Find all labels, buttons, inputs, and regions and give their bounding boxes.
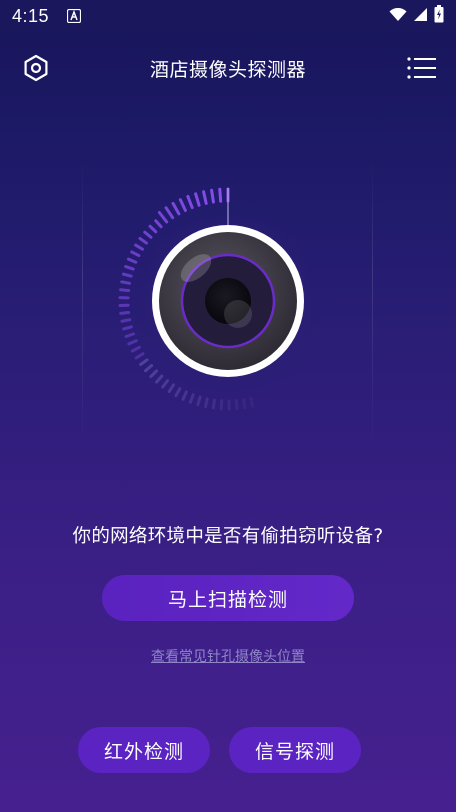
- status-bar: 4:15: [0, 0, 456, 32]
- scan-tick: [219, 399, 224, 411]
- app-screen: 4:15 酒店摄像头探测器 你的网络环境中是否有偷拍窃听设备? 马上扫描检测 查…: [0, 0, 456, 812]
- scan-tick: [119, 310, 131, 315]
- a-icon: [67, 9, 82, 23]
- scan-tick: [149, 369, 159, 379]
- status-time: 4:15: [12, 5, 50, 26]
- scan-tick: [171, 201, 181, 216]
- scan-tick: [121, 272, 133, 278]
- scan-tick: [181, 390, 188, 401]
- scan-tick: [134, 352, 145, 360]
- scan-tick: [161, 379, 170, 389]
- infrared-detect-button[interactable]: 红外检测: [78, 727, 210, 773]
- scan-tick: [202, 190, 208, 205]
- scan-tick: [186, 194, 194, 210]
- signal-icon: [413, 7, 428, 26]
- menu-list-icon: [407, 57, 436, 79]
- scan-tick: [119, 288, 131, 293]
- scan-tick: [144, 364, 154, 373]
- scan-tick: [178, 198, 187, 213]
- question-text: 你的网络环境中是否有偷拍窃听设备?: [72, 526, 384, 547]
- scan-tick: [196, 395, 202, 407]
- settings-hexagon-icon: [24, 54, 48, 82]
- signal-detect-button[interactable]: 信号探测: [229, 727, 361, 773]
- scan-tick: [134, 243, 144, 251]
- camera-lens-icon: [118, 187, 326, 411]
- scan-tick: [126, 257, 138, 264]
- scanner-visual: [78, 150, 378, 450]
- scan-tick: [249, 396, 255, 408]
- scan-now-button[interactable]: 马上扫描检测: [102, 575, 354, 621]
- scan-tick: [157, 211, 169, 224]
- scan-tick: [120, 318, 132, 323]
- settings-button[interactable]: [16, 50, 56, 86]
- scan-tick: [204, 397, 209, 409]
- menu-button[interactable]: [402, 50, 442, 86]
- scan-tick: [120, 280, 132, 285]
- page-title: 酒店摄像头探测器: [149, 58, 306, 81]
- scan-tick: [154, 219, 163, 229]
- scan-tick: [138, 236, 148, 245]
- scan-tick: [143, 230, 153, 239]
- scan-tick: [174, 387, 182, 398]
- scan-tick: [164, 206, 175, 220]
- scan-tick: [234, 399, 239, 411]
- scan-tick: [124, 332, 136, 339]
- wifi-icon: [389, 7, 407, 26]
- scan-tick: [210, 188, 215, 204]
- scan-tick: [127, 339, 138, 346]
- scan-tick: [130, 250, 141, 258]
- scan-tick: [188, 393, 195, 404]
- scan-tick: [124, 265, 135, 271]
- scan-tick: [211, 398, 216, 410]
- scan-tick: [194, 192, 201, 207]
- scan-tick: [218, 187, 223, 203]
- battery-icon: [434, 5, 444, 27]
- scan-tick: [155, 374, 164, 384]
- scan-tick: [130, 345, 141, 353]
- scan-tick: [139, 358, 149, 366]
- status-icons: [389, 5, 444, 27]
- app-bar: 酒店摄像头探测器: [0, 36, 456, 100]
- pinhole-camera-locations-link[interactable]: 查看常见针孔摄像头位置: [0, 646, 456, 666]
- scan-tick: [148, 224, 158, 234]
- scan-tick: [167, 383, 176, 394]
- scan-tick: [242, 398, 247, 410]
- scan-tick: [122, 325, 133, 331]
